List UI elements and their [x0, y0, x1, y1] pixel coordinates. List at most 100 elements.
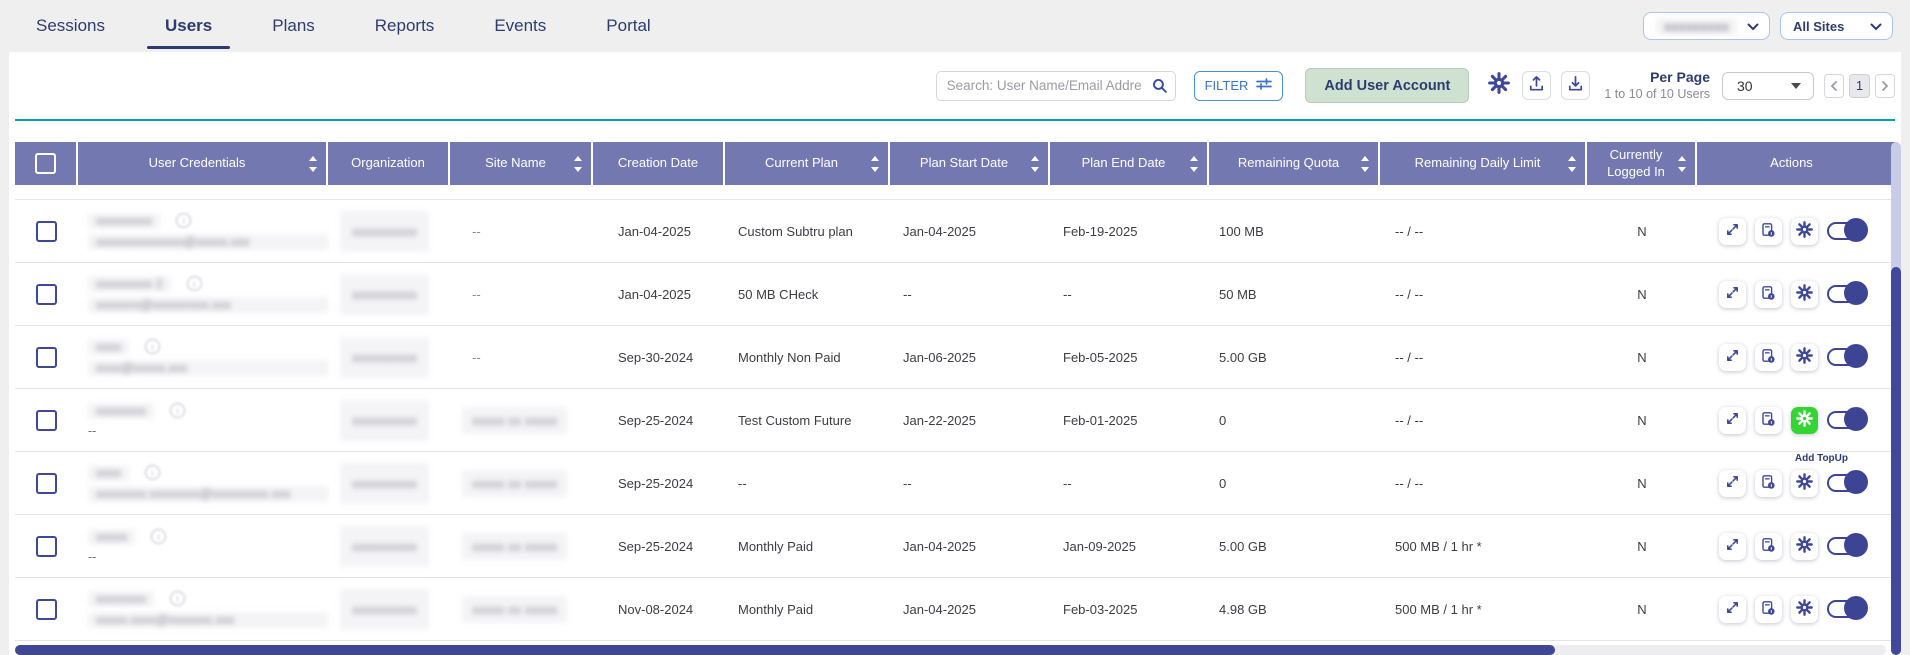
row-expand-button[interactable] [1719, 596, 1746, 623]
table-row: xxxxxxxx i -- xxxxxxxxxx xxxxx xx xxxxx … [15, 388, 1895, 451]
row-settings-button[interactable] [1791, 533, 1818, 560]
table-body: xxxxxxxxx i xxxxxxxxxxxxxx@xxxxx.xxx xxx… [15, 185, 1895, 641]
account-dropdown[interactable]: xxxxxxxxx [1643, 12, 1770, 40]
cell-current-plan: Monthly Paid [725, 539, 890, 554]
horizontal-scrollbar-thumb[interactable] [15, 645, 1555, 655]
row-settings-button[interactable] [1791, 218, 1818, 245]
vertical-scrollbar-thumb[interactable] [1891, 267, 1901, 655]
header-plan-start-date[interactable]: Plan Start Date [890, 142, 1050, 185]
row-plan-info-button[interactable] [1755, 596, 1782, 623]
tab-users[interactable]: Users [163, 10, 214, 42]
cell-remaining-daily-limit: -- / -- [1380, 476, 1587, 491]
row-checkbox[interactable] [36, 347, 57, 368]
sort-arrows-icon[interactable] [574, 156, 582, 172]
row-expand-button[interactable] [1719, 407, 1746, 434]
row-settings-button[interactable] [1791, 407, 1818, 434]
row-settings-button[interactable] [1791, 281, 1818, 308]
row-expand-button[interactable] [1719, 281, 1746, 308]
status-toggle[interactable] [1827, 222, 1865, 240]
per-page-select[interactable]: 30 [1722, 72, 1814, 100]
filter-button[interactable]: FILTER [1194, 71, 1284, 101]
row-plan-info-button[interactable] [1755, 407, 1782, 434]
user-info-icon[interactable]: i [170, 403, 185, 418]
row-plan-info-button[interactable] [1755, 470, 1782, 497]
cell-remaining-quota: 4.98 GB [1209, 602, 1380, 617]
cell-remaining-quota: 5.00 GB [1209, 350, 1380, 365]
search-input[interactable] [936, 71, 1176, 101]
row-checkbox[interactable] [36, 410, 57, 431]
sort-arrows-icon[interactable] [871, 156, 879, 172]
header-current-plan[interactable]: Current Plan [725, 142, 890, 185]
header-site-name[interactable]: Site Name [450, 142, 593, 185]
header-select-all[interactable] [15, 142, 78, 185]
header-remaining-daily-limit[interactable]: Remaining Daily Limit [1380, 142, 1587, 185]
add-topup-label: Add TopUp [1795, 453, 1848, 464]
table-settings-button[interactable] [1485, 72, 1512, 99]
row-checkbox[interactable] [36, 221, 57, 242]
per-page-value: 30 [1737, 78, 1753, 94]
account-dropdown-value: xxxxxxxxx [1656, 18, 1737, 35]
status-toggle[interactable] [1827, 285, 1865, 303]
sort-arrows-icon[interactable] [1031, 156, 1039, 172]
status-toggle[interactable] [1827, 600, 1865, 618]
user-email: xxxxxxx@xxxxxxxxx.xxx [88, 297, 328, 313]
tab-plans[interactable]: Plans [270, 10, 317, 42]
row-checkbox[interactable] [36, 599, 57, 620]
sort-arrows-icon[interactable] [1190, 156, 1198, 172]
header-currently-logged-in[interactable]: Currently Logged In [1587, 142, 1697, 185]
row-plan-info-button[interactable] [1755, 281, 1782, 308]
filter-sliders-icon [1256, 77, 1272, 94]
cell-plan-start-date: Jan-04-2025 [890, 224, 1050, 239]
current-page-button[interactable]: 1 [1849, 74, 1870, 98]
download-button[interactable] [1561, 71, 1590, 100]
select-all-checkbox[interactable] [35, 153, 56, 174]
vertical-scrollbar[interactable] [1891, 142, 1901, 655]
row-expand-button[interactable] [1719, 344, 1746, 371]
header-user-credentials[interactable]: User Credentials [78, 142, 328, 185]
row-plan-info-button[interactable] [1755, 344, 1782, 371]
status-toggle[interactable] [1827, 474, 1865, 492]
user-info-icon[interactable]: i [176, 213, 191, 228]
row-checkbox[interactable] [36, 284, 57, 305]
tab-reports[interactable]: Reports [373, 10, 437, 42]
row-checkbox[interactable] [36, 473, 57, 494]
card-info-icon [1760, 222, 1776, 241]
header-plan-end-date[interactable]: Plan End Date [1050, 142, 1209, 185]
tab-portal[interactable]: Portal [604, 10, 652, 42]
add-user-account-button[interactable]: Add User Account [1305, 68, 1469, 103]
upload-button[interactable] [1522, 71, 1551, 100]
row-settings-button[interactable] [1791, 596, 1818, 623]
row-checkbox[interactable] [36, 536, 57, 557]
search-icon[interactable] [1151, 77, 1168, 99]
row-checkbox-cell [15, 473, 78, 494]
next-page-button[interactable] [1875, 74, 1895, 98]
user-info-icon[interactable]: i [145, 339, 160, 354]
row-expand-button[interactable] [1719, 533, 1746, 560]
row-plan-info-button[interactable] [1755, 533, 1782, 560]
user-info-icon[interactable]: i [145, 465, 160, 480]
user-info-icon[interactable]: i [170, 591, 185, 606]
sort-arrows-icon[interactable] [1678, 156, 1686, 172]
sort-arrows-icon[interactable] [309, 156, 317, 172]
tab-events[interactable]: Events [492, 10, 548, 42]
status-toggle[interactable] [1827, 348, 1865, 366]
row-settings-button[interactable] [1791, 470, 1818, 497]
user-info-icon[interactable]: i [151, 529, 166, 544]
horizontal-scrollbar[interactable] [15, 645, 1886, 655]
row-plan-info-button[interactable] [1755, 218, 1782, 245]
row-expand-button[interactable] [1719, 218, 1746, 245]
header-remaining-quota[interactable]: Remaining Quota [1209, 142, 1380, 185]
row-settings-button[interactable] [1791, 344, 1818, 371]
status-toggle[interactable] [1827, 411, 1865, 429]
tab-sessions[interactable]: Sessions [34, 10, 107, 42]
card-info-icon [1760, 285, 1776, 304]
sort-arrows-icon[interactable] [1361, 156, 1369, 172]
cell-creation-date: Jan-04-2025 [593, 224, 725, 239]
status-toggle[interactable] [1827, 537, 1865, 555]
sites-dropdown[interactable]: All Sites [1780, 12, 1893, 40]
row-expand-button[interactable] [1719, 470, 1746, 497]
prev-page-button[interactable] [1824, 74, 1844, 98]
user-info-icon[interactable]: i [187, 276, 202, 291]
sort-arrows-icon[interactable] [1568, 156, 1576, 172]
chevron-down-icon [1747, 19, 1759, 34]
